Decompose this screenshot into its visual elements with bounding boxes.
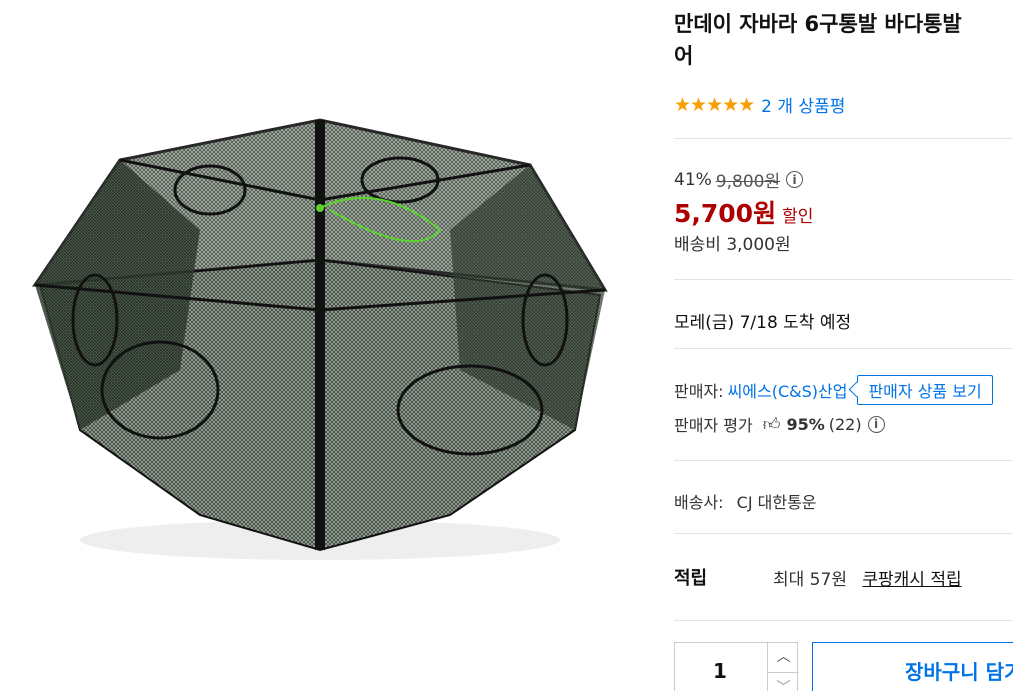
star-rating-icon: ★★★★★: [674, 93, 755, 116]
product-info-panel: 만데이 자바라 6구통발 바다통발 어 ★★★★★ 2 개 상품평 41% 9,…: [674, 0, 1013, 691]
review-count-link[interactable]: 2 개 상품평: [761, 92, 845, 117]
thumbs-up-icon: 👍︎: [762, 414, 781, 435]
divider: [674, 533, 1013, 534]
reward-row: 최대 57원 쿠팡캐시 적립: [773, 565, 962, 590]
seller-rating-row: 판매자 평가 👍︎ 95% (22) i: [674, 412, 885, 436]
seller-label: 판매자:: [674, 382, 724, 401]
quantity-arrows: ︿ ﹀: [767, 643, 799, 691]
seller-row: 판매자: 씨에스(C&S)산업 판매자 상품 보기: [674, 375, 993, 405]
add-to-cart-button[interactable]: 장바구니 담기: [812, 642, 1013, 691]
shipping-fee: 배송비 3,000원: [674, 235, 791, 255]
carrier-name: CJ 대한통운: [736, 493, 817, 512]
divider: [674, 348, 1013, 349]
seller-rating-percent: 95%: [786, 414, 825, 434]
divider: [674, 279, 1013, 280]
seller-products-button[interactable]: 판매자 상품 보기: [857, 375, 993, 405]
seller-rating-count: (22): [828, 414, 862, 434]
quantity-stepper[interactable]: 1 ︿ ﹀: [674, 642, 799, 691]
reward-amount: 최대 57원: [773, 570, 847, 590]
carrier-label: 배송사:: [674, 493, 724, 512]
sale-price: 5,700원: [674, 199, 777, 228]
product-title-line2: 어: [674, 44, 694, 68]
discount-row: 41% 9,800원 i: [674, 167, 804, 192]
sale-price-row: 5,700원 할인: [674, 194, 813, 230]
discount-rate: 41%: [674, 169, 712, 190]
product-image: [31, 118, 608, 560]
product-title: 만데이 자바라 6구통발 바다통발 어: [674, 8, 1013, 72]
info-icon[interactable]: i: [786, 171, 804, 188]
reward-label: 적립: [674, 568, 708, 589]
info-icon[interactable]: i: [867, 415, 885, 433]
original-price: 9,800원: [715, 172, 781, 192]
divider: [674, 138, 1013, 139]
delivery-estimate: 모레(금) 7/18 도착 예정: [674, 313, 852, 333]
carrier-row: 배송사: CJ 대한통운: [674, 489, 817, 513]
quantity-value[interactable]: 1: [675, 659, 765, 683]
product-rating: ★★★★★ 2 개 상품평: [674, 92, 845, 118]
chevron-down-icon[interactable]: ﹀: [768, 673, 799, 691]
sale-tag: 할인: [782, 207, 814, 227]
seller-rating-label: 판매자 평가: [674, 416, 753, 435]
coupang-cash-link[interactable]: 쿠팡캐시 적립: [862, 570, 961, 590]
product-title-line1: 만데이 자바라 6구통발 바다통발: [674, 12, 962, 36]
seller-name-link[interactable]: 씨에스(C&S)산업: [728, 378, 848, 402]
divider: [674, 620, 1013, 621]
chevron-up-icon[interactable]: ︿: [768, 643, 799, 673]
divider: [674, 460, 1013, 461]
